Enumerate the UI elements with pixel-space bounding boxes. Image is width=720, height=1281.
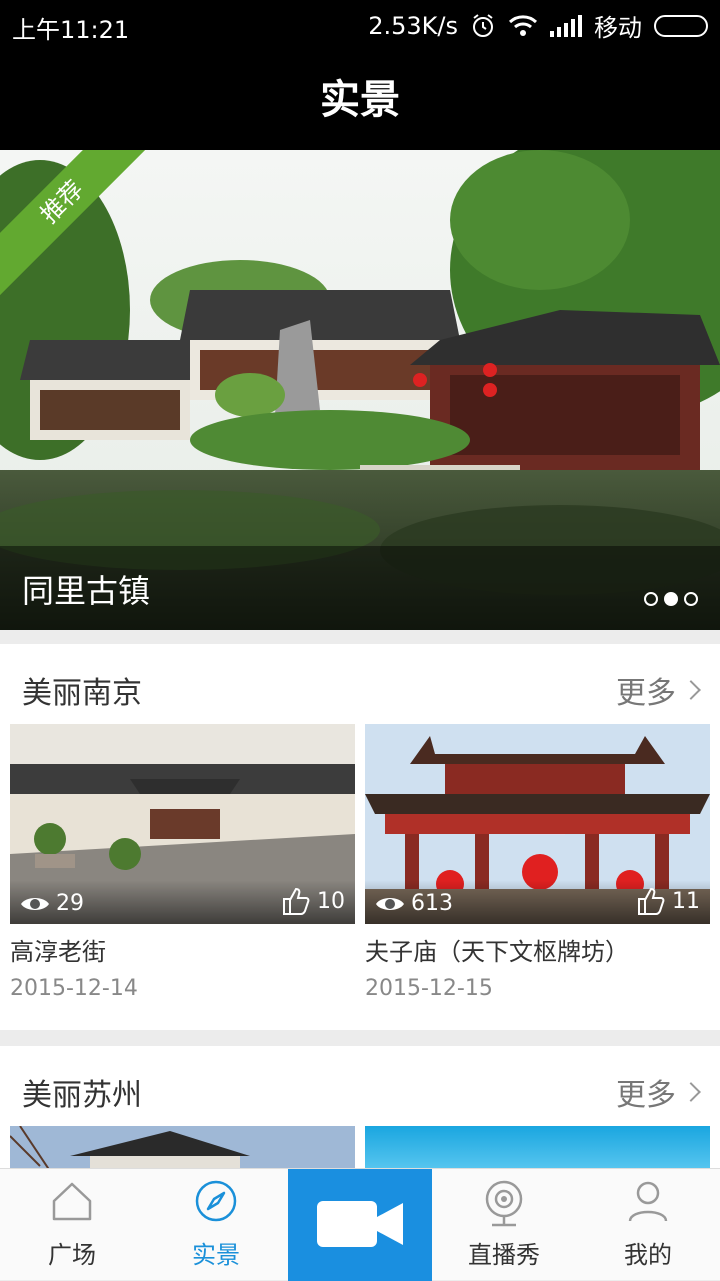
person-icon: [628, 1181, 668, 1222]
bottom-tab-bar: 广场 实景 直播秀 我的: [0, 1168, 720, 1281]
tab-label: 实景: [192, 1241, 240, 1269]
like-count[interactable]: 10: [281, 886, 345, 916]
more-label: 更多: [616, 676, 676, 711]
chevron-right-icon: [681, 1082, 701, 1102]
card-title: 高淳老街: [10, 938, 106, 966]
section-suzhou: 美丽苏州 更多: [0, 1046, 720, 1168]
wifi-icon: [508, 14, 538, 36]
webcam-icon: [485, 1180, 523, 1227]
tab-mine[interactable]: 我的: [576, 1169, 720, 1281]
tab-label: 直播秀: [468, 1241, 540, 1269]
carrier-name: 移动: [594, 14, 642, 42]
view-count-value: 29: [56, 891, 84, 916]
more-label: 更多: [616, 1078, 676, 1113]
tab-label: 广场: [48, 1241, 96, 1269]
like-count-value: 11: [672, 888, 700, 914]
tab-scenery[interactable]: 实景: [144, 1169, 288, 1281]
section-title: 美丽苏州: [22, 1078, 142, 1113]
status-bar: 上午11:21 2.53K/s 移动: [0, 0, 720, 50]
video-camera-icon: [317, 1201, 403, 1247]
eye-icon: [21, 897, 49, 910]
tab-live-show[interactable]: 直播秀: [432, 1169, 576, 1281]
compass-icon: [195, 1180, 237, 1222]
section-title: 美丽南京: [22, 676, 142, 711]
card-title: 夫子庙（天下文枢牌坊）: [365, 938, 629, 966]
scenic-card[interactable]: 29 10 高淳老街 2015-12-14: [10, 724, 355, 1001]
carousel-dot-active[interactable]: [664, 592, 678, 606]
scenic-card[interactable]: 613 11 夫子庙（天下文枢牌坊） 2015-12-15: [365, 724, 710, 1001]
network-speed: 2.53K/s: [368, 11, 458, 40]
eye-icon: [376, 897, 404, 910]
chevron-right-icon: [681, 680, 701, 700]
tab-plaza[interactable]: 广场: [0, 1169, 144, 1281]
card-thumbnail: 29 10: [10, 724, 355, 924]
card-date: 2015-12-14: [10, 976, 138, 1001]
battery-icon: [654, 14, 708, 37]
tab-record-video[interactable]: [288, 1169, 432, 1281]
card-date: 2015-12-15: [365, 976, 493, 1001]
thumbs-up-icon: [638, 887, 665, 915]
like-count[interactable]: 11: [636, 886, 700, 916]
view-count: 29: [20, 891, 84, 916]
card-image[interactable]: [365, 1126, 710, 1168]
status-right: 2.53K/s 移动: [368, 8, 708, 43]
view-count-value: 613: [411, 891, 453, 916]
carousel-indicator: [644, 592, 698, 606]
banner-caption: 同里古镇: [0, 546, 720, 630]
card-image[interactable]: [10, 1126, 355, 1168]
signal-icon: [550, 14, 582, 37]
section-nanjing: 美丽南京 更多 29 10 高淳老街 2015-12-14 613 11 夫子庙…: [0, 644, 720, 1030]
home-icon: [52, 1182, 92, 1221]
page-title: 实景: [0, 50, 720, 150]
carousel-dot[interactable]: [684, 592, 698, 606]
view-count: 613: [375, 891, 453, 916]
status-time: 上午11:21: [12, 16, 130, 44]
card-thumbnail: 613 11: [365, 724, 710, 924]
banner-title: 同里古镇: [22, 572, 151, 610]
more-link[interactable]: 更多: [616, 668, 701, 712]
banner-carousel[interactable]: 推荐 同里古镇: [0, 150, 720, 630]
tab-label: 我的: [624, 1241, 672, 1269]
carousel-dot[interactable]: [644, 592, 658, 606]
like-count-value: 10: [317, 888, 345, 914]
alarm-icon: [473, 13, 493, 37]
thumbs-up-icon: [283, 887, 310, 915]
more-link[interactable]: 更多: [616, 1070, 701, 1114]
